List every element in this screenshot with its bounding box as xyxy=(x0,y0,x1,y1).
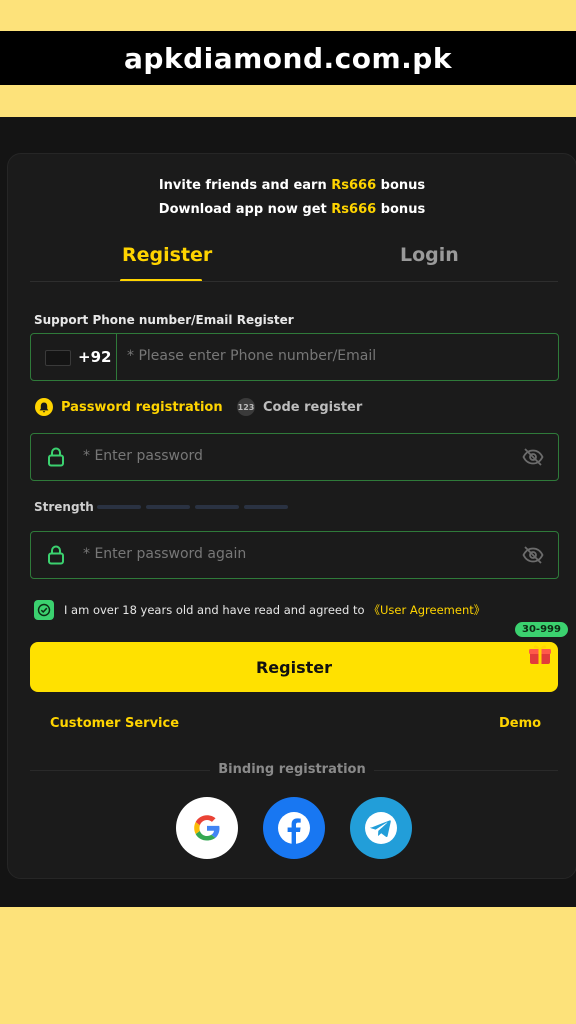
code-register-label: Code register xyxy=(263,399,363,415)
register-type-label: Support Phone number/Email Register xyxy=(34,313,294,327)
app-area: Invite friends and earn Rs666 bonus Down… xyxy=(0,117,576,907)
strength-bar xyxy=(146,505,190,509)
promo-line-download: Download app now get Rs666 bonus xyxy=(8,202,576,217)
tab-login[interactable]: Login xyxy=(400,244,459,266)
facebook-icon xyxy=(278,812,310,844)
gift-badge[interactable]: 30-999 xyxy=(515,622,568,637)
password-input[interactable]: * Enter password xyxy=(83,448,203,464)
user-agreement-link[interactable]: 《User Agreement》 xyxy=(369,602,486,618)
bell-icon xyxy=(35,398,53,416)
telegram-login-button[interactable] xyxy=(350,797,412,859)
tab-divider xyxy=(30,281,558,282)
google-login-button[interactable] xyxy=(176,797,238,859)
promo-text: bonus xyxy=(376,178,426,193)
lock-icon xyxy=(47,447,65,471)
password-registration-option[interactable]: Password registration xyxy=(35,398,223,416)
eye-off-icon[interactable] xyxy=(522,545,544,569)
gift-icon[interactable] xyxy=(528,642,552,670)
strength-label: Strength xyxy=(34,500,94,514)
binding-registration-label: Binding registration xyxy=(218,762,366,777)
phone-email-input[interactable]: * Please enter Phone number/Email xyxy=(127,348,376,364)
promo-text: Invite friends and earn xyxy=(158,178,332,193)
promo-line-invite: Invite friends and earn Rs666 bonus xyxy=(8,178,576,193)
promo-text: bonus xyxy=(376,202,426,217)
agreement-checkbox[interactable] xyxy=(34,600,54,620)
site-banner: apkdiamond.com.pk xyxy=(0,31,576,85)
confirm-password-input[interactable]: * Enter password again xyxy=(83,546,246,562)
google-icon xyxy=(194,815,220,841)
promo-text: Download app now get xyxy=(158,202,332,217)
password-field[interactable]: * Enter password xyxy=(30,433,559,481)
register-button[interactable]: Register xyxy=(30,642,558,692)
check-icon xyxy=(37,603,51,617)
strength-bar xyxy=(195,505,239,509)
site-name: apkdiamond.com.pk xyxy=(124,41,452,75)
demo-link[interactable]: Demo xyxy=(499,716,541,731)
lock-icon xyxy=(47,545,65,569)
password-registration-label: Password registration xyxy=(61,399,223,415)
phone-email-field[interactable]: +92 * Please enter Phone number/Email xyxy=(30,333,559,381)
customer-service-link[interactable]: Customer Service xyxy=(50,716,179,731)
register-card: Invite friends and earn Rs666 bonus Down… xyxy=(7,153,576,879)
telegram-icon xyxy=(365,812,397,844)
confirm-password-field[interactable]: * Enter password again xyxy=(30,531,559,579)
strength-bar xyxy=(97,505,141,509)
tab-register[interactable]: Register xyxy=(122,244,212,266)
agreement-text: I am over 18 years old and have read and… xyxy=(64,603,365,617)
country-flag-icon[interactable] xyxy=(45,350,71,366)
numbers-icon: 123 xyxy=(237,398,255,416)
strength-bar xyxy=(244,505,288,509)
promo-amount: Rs666 xyxy=(331,202,377,217)
agreement-row: I am over 18 years old and have read and… xyxy=(34,600,485,620)
field-separator xyxy=(116,334,117,380)
promo-amount: Rs666 xyxy=(331,178,377,193)
facebook-login-button[interactable] xyxy=(263,797,325,859)
eye-off-icon[interactable] xyxy=(522,447,544,471)
country-code[interactable]: +92 xyxy=(78,348,111,366)
code-register-option[interactable]: 123 Code register xyxy=(237,398,362,416)
